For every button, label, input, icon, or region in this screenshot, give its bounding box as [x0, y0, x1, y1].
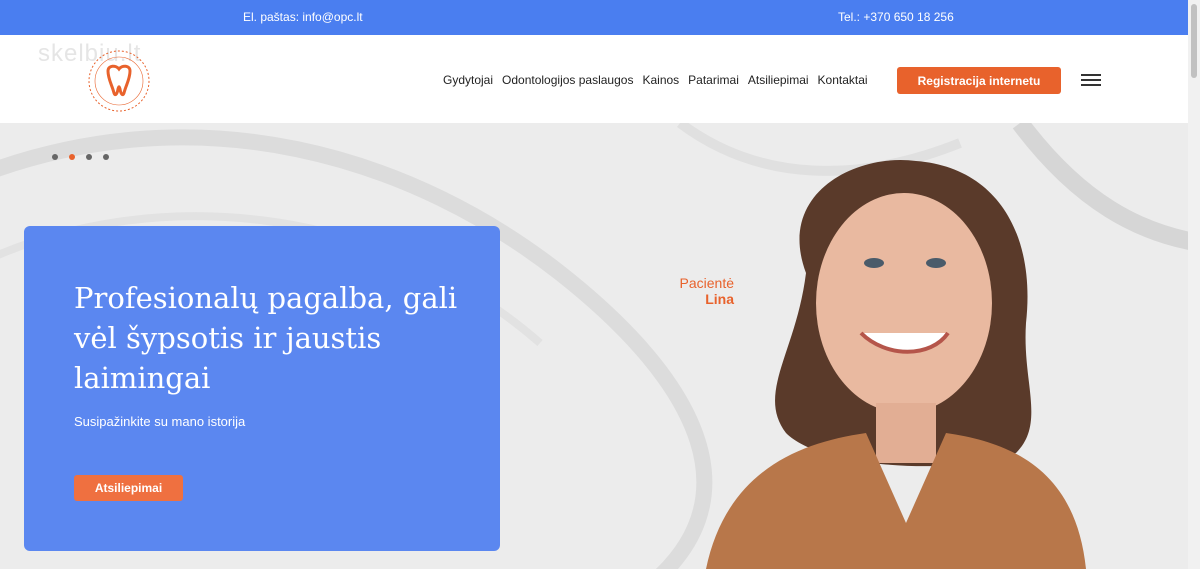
- site-header: skelbiu.lt Gydytojai Odontologijos pasla…: [0, 35, 1188, 123]
- clinic-logo[interactable]: [84, 49, 154, 113]
- slide-dot-4[interactable]: [103, 154, 109, 160]
- scrollbar-thumb[interactable]: [1191, 4, 1197, 78]
- slide-dot-3[interactable]: [86, 154, 92, 160]
- patient-photo: [706, 159, 1086, 569]
- nav-item-gydytojai[interactable]: Gydytojai: [443, 73, 493, 87]
- hero-card: Profesionalų pagalba, gali vėl šypsotis …: [24, 226, 500, 551]
- reviews-button[interactable]: Atsiliepimai: [74, 475, 183, 501]
- hero-title: Profesionalų pagalba, gali vėl šypsotis …: [74, 281, 458, 395]
- nav-item-kontaktai[interactable]: Kontaktai: [818, 73, 868, 87]
- slide-dot-2[interactable]: [69, 154, 75, 160]
- slider-dots: [52, 154, 109, 160]
- email-contact[interactable]: El. paštas: info@opc.lt: [243, 10, 363, 24]
- main-nav: Gydytojai Odontologijos paslaugos Kainos…: [443, 73, 868, 87]
- hero-section: Profesionalų pagalba, gali vėl šypsotis …: [0, 123, 1188, 569]
- online-registration-button[interactable]: Registracija internetu: [897, 67, 1061, 94]
- slide-dot-1[interactable]: [52, 154, 58, 160]
- hero-subtitle[interactable]: Susipažinkite su mano istorija: [74, 414, 245, 429]
- nav-item-paslaugos[interactable]: Odontologijos paslaugos: [502, 73, 633, 87]
- top-bar: El. paštas: info@opc.lt Tel.: +370 650 1…: [0, 0, 1188, 35]
- nav-item-kainos[interactable]: Kainos: [642, 73, 679, 87]
- nav-item-atsiliepimai[interactable]: Atsiliepimai: [748, 73, 809, 87]
- phone-contact[interactable]: Tel.: +370 650 18 256: [838, 10, 954, 24]
- page-scrollbar[interactable]: [1188, 0, 1200, 569]
- menu-icon[interactable]: [1081, 74, 1101, 86]
- nav-item-patarimai[interactable]: Patarimai: [688, 73, 739, 87]
